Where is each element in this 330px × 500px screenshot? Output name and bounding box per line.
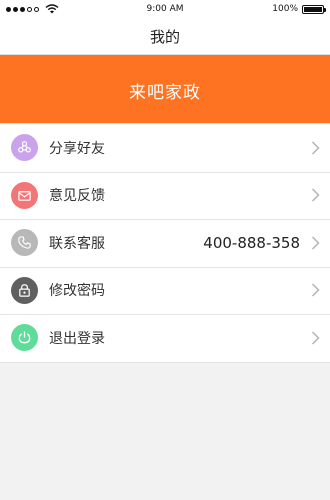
chevron-right-icon — [311, 188, 320, 202]
support-phone-number: 400-888-358 — [203, 233, 300, 252]
phone-icon — [11, 229, 38, 257]
mail-icon — [11, 181, 38, 209]
battery-icon — [302, 4, 326, 14]
status-bar: 9:00 AM 100% — [0, 0, 330, 18]
menu-item-label: 修改密码 — [49, 283, 105, 300]
menu-item-label: 意见反馈 — [49, 188, 105, 205]
share-icon — [11, 134, 38, 162]
menu-item-share[interactable]: 分享好友 — [0, 124, 330, 172]
chevron-right-icon — [311, 331, 320, 345]
settings-menu: 分享好友 意见反馈 联系客服 400-888-358 修改密码 退出登录 — [0, 123, 330, 363]
menu-item-contact-support[interactable]: 联系客服 400-888-358 — [0, 219, 330, 267]
battery-level — [304, 6, 322, 12]
menu-item-change-password[interactable]: 修改密码 — [0, 266, 330, 315]
header-banner: 来吧家政 — [0, 55, 330, 125]
menu-item-label: 退出登录 — [49, 330, 105, 347]
menu-item-feedback[interactable]: 意见反馈 — [0, 171, 330, 220]
nav-bar: 我的 — [0, 18, 330, 55]
menu-item-logout[interactable]: 退出登录 — [0, 314, 330, 362]
battery-percentage: 100% — [272, 4, 298, 14]
menu-item-label: 联系客服 — [49, 235, 105, 252]
lock-icon — [11, 276, 38, 304]
app-name: 来吧家政 — [129, 82, 201, 103]
power-icon — [11, 324, 38, 352]
chevron-right-icon — [311, 236, 320, 250]
chevron-right-icon — [311, 283, 320, 297]
status-right: 100% — [272, 0, 326, 18]
page-title: 我的 — [149, 27, 180, 46]
chevron-right-icon — [311, 141, 320, 155]
menu-item-label: 分享好友 — [49, 140, 105, 157]
